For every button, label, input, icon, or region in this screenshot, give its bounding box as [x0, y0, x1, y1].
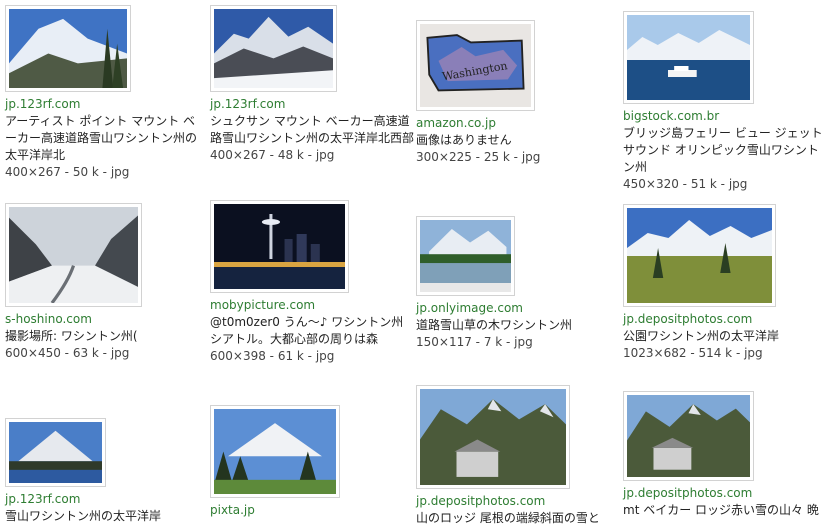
result-item[interactable]: pixta.jp	[210, 405, 415, 519]
washington-pin-icon: Washington	[420, 24, 531, 107]
result-thumbnail[interactable]	[210, 405, 340, 498]
result-description[interactable]: 公園ワシントン州の太平洋岸	[623, 328, 827, 345]
result-size: 400×267 - 50 k - jpg	[5, 165, 130, 179]
rainier-forest-icon	[214, 409, 336, 494]
lodge-mountain-icon-2	[627, 395, 750, 477]
result-thumbnail[interactable]	[416, 385, 570, 489]
result-thumbnail[interactable]	[5, 203, 142, 307]
result-thumbnail[interactable]	[5, 418, 106, 487]
result-item[interactable]: jp.depositphotos.com 山のロッジ 尾根の端緑斜面の雪と	[416, 385, 616, 527]
result-source[interactable]: jp.depositphotos.com	[416, 493, 616, 510]
result-description[interactable]: @t0m0zer0 うん〜♪ ワシントン州シアトル。大都心部の周りは森	[210, 314, 415, 348]
result-description[interactable]: 雪山ワシントン州の太平洋岸	[5, 508, 205, 525]
result-item[interactable]: jp.123rf.com シュクサン マウント ベーカー高速道路雪山ワシントン州…	[210, 5, 415, 164]
result-source[interactable]: jp.123rf.com	[5, 491, 205, 508]
result-size: 1023×682 - 514 k - jpg	[623, 346, 763, 360]
result-thumbnail[interactable]	[623, 391, 754, 481]
result-item[interactable]: s-hoshino.com 撮影場所: ワシントン州( 600×450 - 63…	[5, 203, 205, 362]
result-size: 600×450 - 63 k - jpg	[5, 346, 130, 360]
result-thumbnail[interactable]	[210, 5, 337, 92]
result-thumbnail[interactable]	[623, 204, 776, 307]
result-item[interactable]: bigstock.com.br ブリッジ島フェリー ビュー ジェット サウンド …	[623, 11, 827, 193]
result-description[interactable]: ブリッジ島フェリー ビュー ジェット サウンド オリンピック雪山ワシントン州	[623, 125, 827, 176]
result-description[interactable]: mt ベイカー ロッジ赤い雪の山々 晩	[623, 502, 827, 519]
result-source[interactable]: jp.onlyimage.com	[416, 300, 616, 317]
result-source[interactable]: jp.depositphotos.com	[623, 311, 827, 328]
result-item[interactable]: jp.123rf.com 雪山ワシントン州の太平洋岸	[5, 418, 205, 525]
snowy-peaks-icon	[214, 9, 333, 88]
result-description[interactable]: 道路雪山草の木ワシントン州	[416, 317, 616, 334]
result-thumbnail[interactable]	[623, 11, 754, 104]
result-description[interactable]: 山のロッジ 尾根の端緑斜面の雪と	[416, 510, 616, 527]
result-size: 300×225 - 25 k - jpg	[416, 150, 541, 164]
result-thumbnail[interactable]	[5, 5, 131, 92]
result-description[interactable]: 画像はありません	[416, 132, 616, 149]
alpine-meadow-icon	[627, 208, 772, 303]
result-item[interactable]: jp.123rf.com アーティスト ポイント マウント ベーカー高速道路雪山…	[5, 5, 205, 181]
mountain-lake-icon	[420, 220, 511, 292]
result-source[interactable]: s-hoshino.com	[5, 311, 205, 328]
result-size: 150×117 - 7 k - jpg	[416, 335, 533, 349]
result-thumbnail[interactable]	[416, 216, 515, 296]
snow-valley-icon	[9, 207, 138, 303]
result-item[interactable]: Washington amazon.co.jp 画像はありません 300×225…	[416, 20, 616, 166]
image-results-grid: jp.123rf.com アーティスト ポイント マウント ベーカー高速道路雪山…	[0, 0, 827, 525]
seattle-night-icon	[214, 204, 345, 289]
result-description[interactable]: 撮影場所: ワシントン州(	[5, 328, 205, 345]
rainier-lake-icon	[9, 422, 102, 483]
result-source[interactable]: mobypicture.com	[210, 297, 415, 314]
result-size: 450×320 - 51 k - jpg	[623, 177, 748, 191]
result-source[interactable]: jp.123rf.com	[210, 96, 415, 113]
result-size: 400×267 - 48 k - jpg	[210, 148, 335, 162]
result-source[interactable]: amazon.co.jp	[416, 115, 616, 132]
result-source[interactable]: jp.depositphotos.com	[623, 485, 827, 502]
result-item[interactable]: jp.onlyimage.com 道路雪山草の木ワシントン州 150×117 -…	[416, 216, 616, 351]
result-size: 600×398 - 61 k - jpg	[210, 349, 335, 363]
result-source[interactable]: bigstock.com.br	[623, 108, 827, 125]
result-item[interactable]: jp.depositphotos.com 公園ワシントン州の太平洋岸 1023×…	[623, 204, 827, 362]
result-description[interactable]: シュクサン マウント ベーカー高速道路雪山ワシントン州の太平洋岸北西部	[210, 113, 415, 147]
result-source[interactable]: pixta.jp	[210, 502, 415, 519]
result-item[interactable]: jp.depositphotos.com mt ベイカー ロッジ赤い雪の山々 晩	[623, 391, 827, 519]
result-description[interactable]: アーティスト ポイント マウント ベーカー高速道路雪山ワシントン州の太平洋岸北	[5, 113, 205, 164]
result-source[interactable]: jp.123rf.com	[5, 96, 205, 113]
result-item[interactable]: mobypicture.com @t0m0zer0 うん〜♪ ワシントン州シアト…	[210, 200, 415, 365]
result-thumbnail[interactable]: Washington	[416, 20, 535, 111]
ferry-icon	[627, 15, 750, 100]
lodge-mountain-icon	[420, 389, 566, 485]
snowy-mountain-icon	[9, 9, 127, 88]
result-thumbnail[interactable]	[210, 200, 349, 293]
